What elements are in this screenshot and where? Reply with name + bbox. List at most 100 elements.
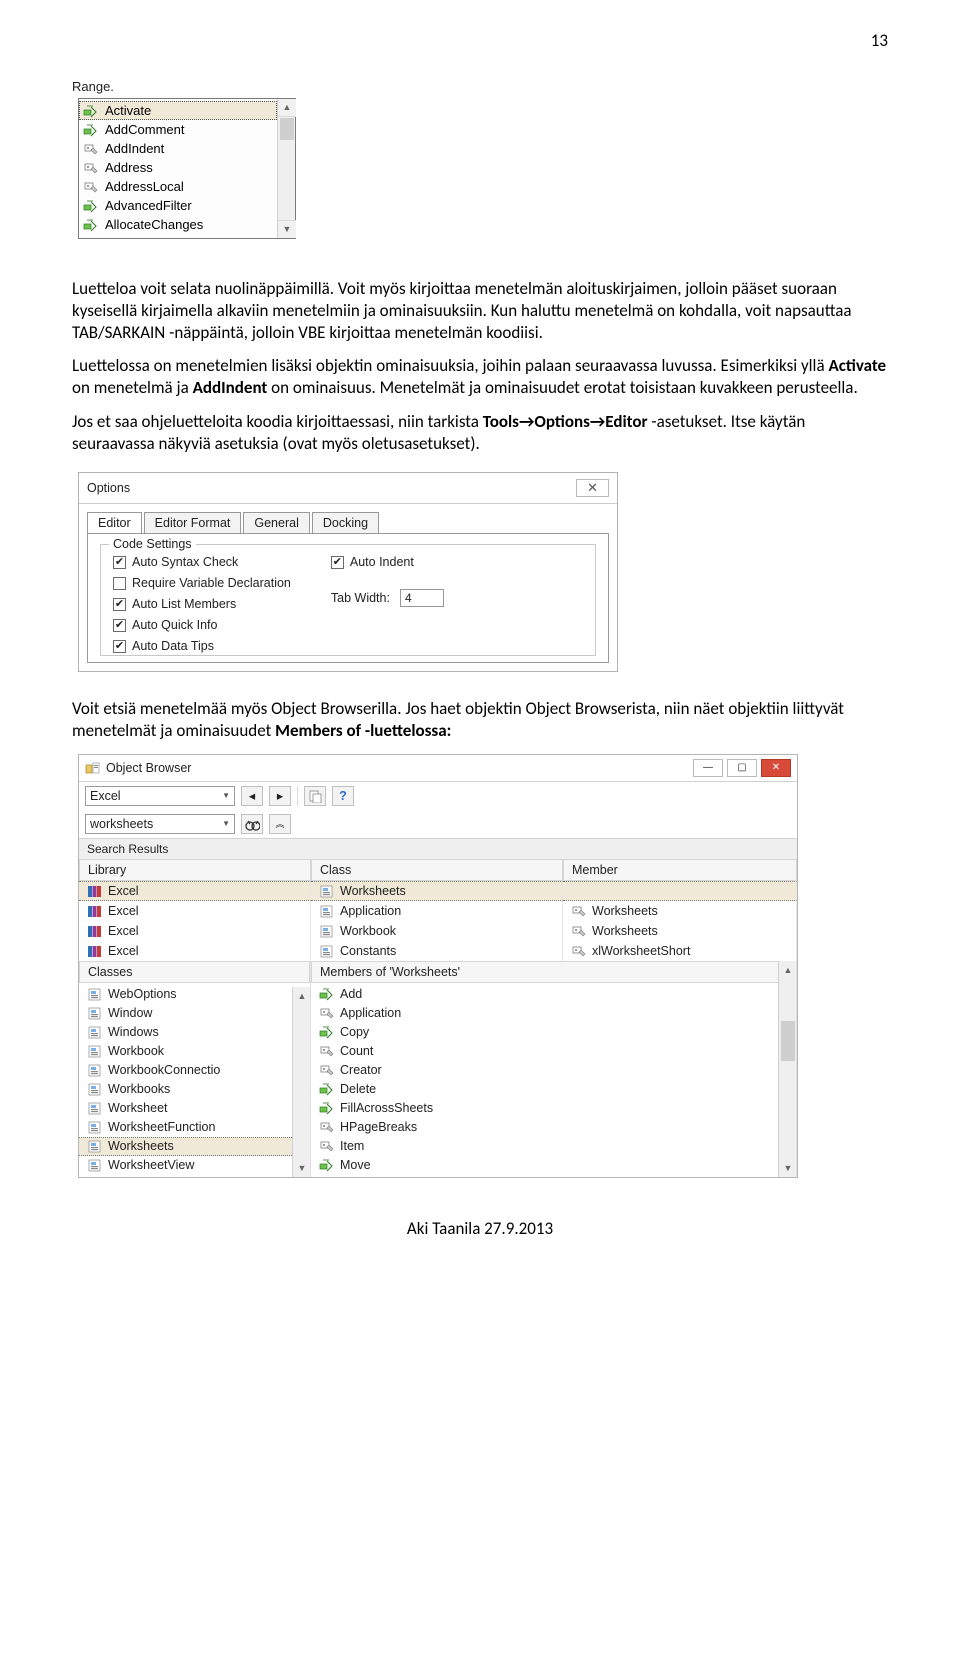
- class-icon: [319, 924, 334, 938]
- checkbox-auto-data-tips[interactable]: Auto Data Tips: [113, 639, 291, 653]
- search-result-row[interactable]: ExcelApplicationWorksheets: [79, 901, 797, 921]
- intellisense-popup: ActivateAddCommentAddIndentAddressAddres…: [78, 98, 296, 239]
- project-combo[interactable]: Excel▼: [85, 786, 235, 806]
- range-label: Range.: [72, 79, 888, 94]
- checkbox-icon: [113, 577, 126, 590]
- class-item[interactable]: WorksheetView: [79, 1156, 292, 1175]
- nav-back-icon[interactable]: ◂: [241, 786, 263, 806]
- auto-indent-checkbox[interactable]: Auto Indent: [331, 555, 444, 569]
- class-icon: [87, 1063, 102, 1077]
- tab-editor[interactable]: Editor: [87, 512, 142, 533]
- method-icon: [319, 1158, 334, 1172]
- method-icon: [319, 987, 334, 1001]
- prop-icon: [319, 1139, 334, 1153]
- intellisense-item[interactable]: AllocateChanges: [79, 215, 277, 234]
- prop-icon: [571, 944, 586, 958]
- prop-icon: [83, 161, 99, 175]
- method-icon: [83, 123, 99, 137]
- member-item[interactable]: Item: [311, 1137, 778, 1156]
- checkbox-auto-list-members[interactable]: Auto List Members: [113, 597, 291, 611]
- collapse-icon[interactable]: ︽: [269, 814, 291, 834]
- scroll-down-icon[interactable]: ▼: [278, 220, 296, 238]
- options-dialog: Options ✕ EditorEditor FormatGeneralDock…: [78, 472, 618, 672]
- member-item[interactable]: Move: [311, 1156, 778, 1175]
- checkbox-icon: [113, 619, 126, 632]
- class-icon: [87, 1006, 102, 1020]
- library-icon: [87, 884, 102, 898]
- tab-general[interactable]: General: [243, 512, 309, 533]
- scroll-thumb[interactable]: [781, 1021, 795, 1061]
- prop-icon: [319, 1006, 334, 1020]
- search-result-row[interactable]: ExcelWorksheets: [79, 881, 797, 901]
- prop-icon: [319, 1044, 334, 1058]
- library-icon: [87, 904, 102, 918]
- close-icon[interactable]: ✕: [761, 759, 791, 777]
- prop-icon: [571, 904, 586, 918]
- class-item[interactable]: WorkbookConnectio: [79, 1061, 292, 1080]
- minimize-icon[interactable]: —: [693, 759, 723, 777]
- member-item[interactable]: HPageBreaks: [311, 1118, 778, 1137]
- maximize-icon[interactable]: ▢: [727, 759, 757, 777]
- scroll-thumb[interactable]: [280, 118, 294, 140]
- class-item[interactable]: Window: [79, 1004, 292, 1023]
- member-item[interactable]: FillAcrossSheets: [311, 1099, 778, 1118]
- intellisense-item[interactable]: AddressLocal: [79, 177, 277, 196]
- class-icon: [87, 1139, 102, 1153]
- class-item[interactable]: Worksheets: [79, 1137, 292, 1156]
- intellisense-item[interactable]: AddIndent: [79, 139, 277, 158]
- nav-forward-icon[interactable]: ▸: [269, 786, 291, 806]
- checkbox-require-variable-declaration[interactable]: Require Variable Declaration: [113, 576, 291, 590]
- class-item[interactable]: Worksheet: [79, 1099, 292, 1118]
- class-icon: [87, 1158, 102, 1172]
- scroll-up-icon[interactable]: ▲: [278, 99, 296, 117]
- search-result-row[interactable]: ExcelWorkbookWorksheets: [79, 921, 797, 941]
- help-icon[interactable]: ?: [332, 786, 354, 806]
- prop-icon: [83, 180, 99, 194]
- paragraph-1: Luetteloa voit selata nuolinäppäimillä. …: [72, 278, 888, 343]
- classes-header: Classes: [79, 961, 310, 983]
- class-item[interactable]: Workbooks: [79, 1080, 292, 1099]
- class-item[interactable]: WebOptions: [79, 985, 292, 1004]
- method-icon: [319, 1025, 334, 1039]
- paragraph-3: Jos et saa ohjeluetteloita koodia kirjoi…: [72, 411, 888, 455]
- tab-width-field: Tab Width: 4: [331, 589, 444, 607]
- method-icon: [83, 218, 99, 232]
- class-item[interactable]: Windows: [79, 1023, 292, 1042]
- search-icon[interactable]: [241, 814, 263, 834]
- paragraph-2: Luettelossa on menetelmien lisäksi objek…: [72, 355, 888, 399]
- checkbox-auto-syntax-check[interactable]: Auto Syntax Check: [113, 555, 291, 569]
- intellisense-item[interactable]: AdvancedFilter: [79, 196, 277, 215]
- prop-icon: [319, 1120, 334, 1134]
- close-icon[interactable]: ✕: [576, 479, 609, 497]
- dialog-title: Options: [87, 481, 130, 495]
- scroll-down-icon[interactable]: ▼: [779, 1159, 797, 1177]
- intellisense-item[interactable]: Activate: [79, 101, 277, 120]
- search-combo[interactable]: worksheets▼: [85, 814, 235, 834]
- tab-docking[interactable]: Docking: [312, 512, 379, 533]
- member-item[interactable]: Copy: [311, 1023, 778, 1042]
- class-icon: [319, 884, 334, 898]
- tab-width-input[interactable]: 4: [400, 589, 444, 607]
- scroll-up-icon[interactable]: ▲: [779, 961, 797, 979]
- member-item[interactable]: Application: [311, 1004, 778, 1023]
- class-icon: [87, 1082, 102, 1096]
- checkbox-auto-quick-info[interactable]: Auto Quick Info: [113, 618, 291, 632]
- intellisense-item[interactable]: AddComment: [79, 120, 277, 139]
- class-item[interactable]: Workbook: [79, 1042, 292, 1061]
- intellisense-item[interactable]: Address: [79, 158, 277, 177]
- scrollbar[interactable]: ▲ ▼: [778, 961, 796, 1177]
- scrollbar[interactable]: ▲ ▼: [277, 99, 295, 238]
- class-icon: [87, 1025, 102, 1039]
- member-item[interactable]: Creator: [311, 1061, 778, 1080]
- search-result-row[interactable]: ExcelConstantsxlWorksheetShort: [79, 941, 797, 961]
- scrollbar[interactable]: ▲▼: [292, 987, 310, 1177]
- class-item[interactable]: WorksheetFunction: [79, 1118, 292, 1137]
- copy-icon[interactable]: [304, 786, 326, 806]
- object-browser-icon: [85, 761, 100, 775]
- member-item[interactable]: Delete: [311, 1080, 778, 1099]
- member-item[interactable]: Count: [311, 1042, 778, 1061]
- tab-editor-format[interactable]: Editor Format: [144, 512, 242, 533]
- page-number: 13: [72, 30, 888, 51]
- object-browser: Object Browser — ▢ ✕ Excel▼ ◂ ▸ ? worksh…: [78, 754, 798, 1178]
- member-item[interactable]: Add: [311, 985, 778, 1004]
